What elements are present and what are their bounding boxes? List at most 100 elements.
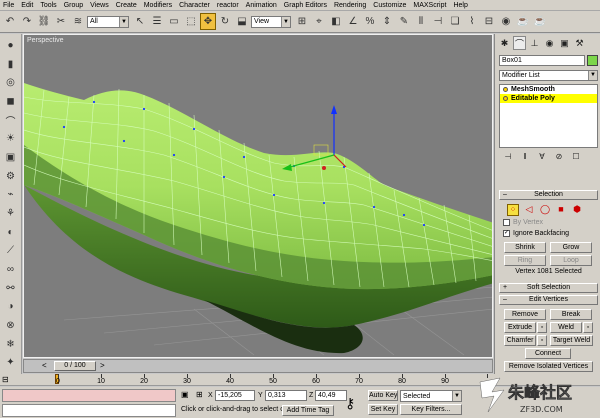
border-level-icon[interactable]: ◯ bbox=[539, 204, 551, 216]
undo-icon[interactable]: ↶ bbox=[2, 13, 18, 30]
percent-snap-icon[interactable]: % bbox=[362, 13, 378, 30]
element-level-icon[interactable]: ⬢ bbox=[571, 204, 583, 216]
layer-icon[interactable]: ❏ bbox=[447, 13, 463, 30]
configure-sets-icon[interactable]: ☐ bbox=[569, 151, 583, 162]
stack-item-meshsmooth[interactable]: MeshSmooth bbox=[500, 85, 597, 94]
menu-customize[interactable]: Customize bbox=[373, 2, 406, 9]
menu-graph-editors[interactable]: Graph Editors bbox=[284, 2, 327, 9]
system-icon[interactable]: ⚘ bbox=[3, 206, 19, 221]
extrude-button[interactable]: Extrude bbox=[504, 322, 536, 333]
key-icon[interactable]: ⚷ bbox=[345, 395, 355, 412]
utility-icon[interactable]: ✦ bbox=[3, 355, 19, 370]
hierarchy-tab-icon[interactable]: ⊥ bbox=[528, 36, 541, 50]
menu-rendering[interactable]: Rendering bbox=[334, 2, 366, 9]
modifier-list-dropdown[interactable]: Modifier List ▼ bbox=[499, 70, 598, 81]
menu-help[interactable]: Help bbox=[453, 2, 467, 9]
torus-icon[interactable]: ◎ bbox=[3, 75, 19, 90]
unlink-icon[interactable]: ✂ bbox=[53, 13, 69, 30]
display-icon[interactable]: ◑ bbox=[3, 299, 19, 314]
pin-stack-icon[interactable]: ⊣ bbox=[501, 151, 515, 162]
material-editor-icon[interactable]: ◉ bbox=[498, 13, 514, 30]
edge-level-icon[interactable]: ◁ bbox=[523, 204, 535, 216]
key-filters-button[interactable]: Key Filters... bbox=[400, 404, 462, 415]
menu-character[interactable]: Character bbox=[179, 2, 210, 9]
time-slider[interactable]: 0 / 100 bbox=[54, 361, 96, 371]
menu-tools[interactable]: Tools bbox=[40, 2, 56, 9]
remove-modifier-icon[interactable]: ⊘ bbox=[552, 151, 566, 162]
redo-icon[interactable]: ↷ bbox=[19, 13, 35, 30]
modify-tab-icon[interactable]: ⌒ bbox=[513, 36, 526, 50]
menu-modifiers[interactable]: Modifiers bbox=[144, 2, 172, 9]
perspective-viewport[interactable]: Perspective bbox=[23, 34, 493, 358]
material-icon[interactable]: ◐ bbox=[3, 225, 19, 240]
remove-isolated-vertices-button[interactable]: Remove Isolated Vertices bbox=[504, 361, 593, 372]
shape-icon[interactable]: ⌒ bbox=[3, 113, 19, 128]
menu-maxscript[interactable]: MAXScript bbox=[413, 2, 446, 9]
make-unique-icon[interactable]: ∀ bbox=[535, 151, 549, 162]
time-slider-track[interactable]: < 0 / 100 > bbox=[23, 359, 493, 373]
z-coord-field[interactable]: 40,49 bbox=[315, 390, 347, 401]
helper-icon[interactable]: ⚙ bbox=[3, 169, 19, 184]
extrude-settings-icon[interactable]: ▫ bbox=[537, 322, 547, 333]
chain-icon[interactable]: ⚯ bbox=[3, 281, 19, 296]
weld-settings-icon[interactable]: ▫ bbox=[583, 322, 593, 333]
selection-filter-dropdown[interactable]: All ▼ bbox=[87, 15, 129, 28]
bind-space-warp-icon[interactable]: ≋ bbox=[70, 13, 86, 30]
polygon-level-icon[interactable]: ■ bbox=[555, 204, 567, 216]
lightbulb-icon[interactable] bbox=[503, 87, 508, 92]
chamfer-button[interactable]: Chamfer bbox=[504, 335, 536, 346]
edit-vertices-rollout-header[interactable]: – Edit Vertices bbox=[499, 295, 598, 305]
quick-render-icon[interactable]: ☕ bbox=[532, 13, 548, 30]
mirror-icon[interactable]: ⫴ bbox=[413, 13, 429, 30]
vertex-level-icon[interactable]: ⁘ bbox=[507, 204, 519, 216]
pivot-icon[interactable]: ⊞ bbox=[294, 13, 310, 30]
time-prev-icon[interactable]: < bbox=[42, 361, 47, 370]
curve-editor-icon[interactable]: ⌇ bbox=[464, 13, 480, 30]
select-scale-icon[interactable]: ⬓ bbox=[234, 13, 250, 30]
set-key-button[interactable]: Set Key bbox=[368, 404, 398, 415]
remove-button[interactable]: Remove bbox=[504, 309, 546, 320]
selection-rollout-header[interactable]: – Selection bbox=[499, 190, 598, 200]
sphere-icon[interactable]: ● bbox=[3, 38, 19, 53]
create-tab-icon[interactable]: ✱ bbox=[498, 36, 511, 50]
add-time-tag-button[interactable]: Add Time Tag bbox=[282, 405, 334, 416]
object-color-swatch[interactable] bbox=[587, 55, 598, 66]
cylinder-icon[interactable]: ▮ bbox=[3, 57, 19, 72]
by-vertex-checkbox[interactable]: By Vertex bbox=[503, 219, 543, 226]
menu-create[interactable]: Create bbox=[116, 2, 137, 9]
bone-icon[interactable]: ⟋ bbox=[3, 243, 19, 258]
reference-coord-dropdown[interactable]: View ▼ bbox=[251, 15, 291, 28]
camera-icon[interactable]: ▣ bbox=[3, 150, 19, 165]
menu-group[interactable]: Group bbox=[64, 2, 83, 9]
spacewarp-icon[interactable]: ⌁ bbox=[3, 187, 19, 202]
utilities-tab-icon[interactable]: ⚒ bbox=[573, 36, 586, 50]
maxscript-output-field[interactable] bbox=[2, 404, 176, 417]
lock-selection-icon[interactable]: ▣ bbox=[181, 390, 191, 401]
menu-animation[interactable]: Animation bbox=[246, 2, 277, 9]
lightbulb-icon[interactable] bbox=[503, 96, 508, 101]
auto-key-button[interactable]: Auto Key bbox=[368, 390, 398, 401]
menu-file[interactable]: File bbox=[3, 2, 14, 9]
angle-snap-icon[interactable]: ∠ bbox=[345, 13, 361, 30]
viewport-label[interactable]: Perspective bbox=[27, 37, 64, 44]
chamfer-settings-icon[interactable]: ▫ bbox=[537, 335, 547, 346]
soft-selection-rollout-header[interactable]: + Soft Selection bbox=[499, 283, 598, 293]
light-icon[interactable]: ☀ bbox=[3, 131, 19, 146]
select-move-icon[interactable]: ✥ bbox=[200, 13, 216, 30]
freeze-icon[interactable]: ❄ bbox=[3, 337, 19, 352]
schematic-icon[interactable]: ⊟ bbox=[481, 13, 497, 30]
weld-button[interactable]: Weld bbox=[550, 322, 582, 333]
select-link-icon[interactable]: ⛓ bbox=[36, 13, 52, 30]
hide-icon[interactable]: ⊗ bbox=[3, 318, 19, 333]
named-sel-icon[interactable]: ✎ bbox=[396, 13, 412, 30]
display-tab-icon[interactable]: ▣ bbox=[558, 36, 571, 50]
window-crossing-icon[interactable]: ⬚ bbox=[183, 13, 199, 30]
spinner-snap-icon[interactable]: ⇕ bbox=[379, 13, 395, 30]
absolute-mode-icon[interactable]: ⊞ bbox=[196, 390, 206, 401]
ignore-backfacing-checkbox[interactable]: ✓ Ignore Backfacing bbox=[503, 230, 569, 237]
show-end-result-icon[interactable]: ‖ bbox=[518, 151, 532, 162]
shrink-button[interactable]: Shrink bbox=[504, 242, 546, 253]
loop-button[interactable]: Loop bbox=[550, 255, 592, 266]
ring-button[interactable]: Ring bbox=[504, 255, 546, 266]
target-weld-button[interactable]: Target Weld bbox=[550, 335, 593, 346]
